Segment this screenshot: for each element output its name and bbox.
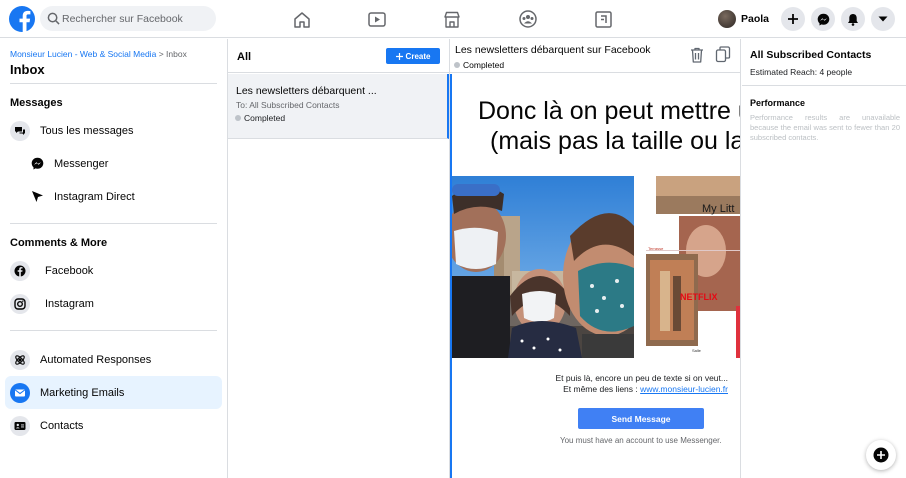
audience-title: All Subscribed Contacts [750,49,872,61]
trash-icon[interactable] [690,47,704,63]
breadcrumb-page-link[interactable]: Monsieur Lucien - Web & Social Media [10,49,156,59]
contacts-icon [10,415,30,436]
notifications-icon[interactable] [841,7,865,31]
profile-shortcut[interactable]: Paola [718,6,769,32]
sidebar-item-label: Messenger [54,157,109,170]
search-input[interactable] [62,9,212,28]
email-link[interactable]: www.monsieur-lucien.fr [640,384,728,394]
caret-down-icon[interactable] [871,7,895,31]
performance-title: Performance [750,98,806,108]
divider [10,83,217,84]
messages-section-title: Messages [10,97,63,109]
compose-icon [873,447,889,463]
details-panel: All Subscribed Contacts Estimated Reach:… [742,39,906,478]
email-heading-line-2: (mais pas la taille ou la t [490,127,741,155]
email-title: Les newsletters débarquent ... [236,85,377,97]
groups-icon[interactable] [508,5,548,33]
sidebar-item-label: Facebook [45,264,94,277]
status-text: Completed [463,60,505,70]
top-navigation-bar: Paola [0,0,906,38]
email-body-line-2: Et même des liens : www.monsieur-lucien.… [452,384,728,394]
email-heading-line-1: Donc là on peut mettre un [478,97,741,125]
sidebar-item-label: Contacts [40,419,84,432]
duplicate-icon[interactable] [715,46,731,63]
email-icon [10,382,30,403]
status-text: Completed [244,113,286,123]
send-message-button[interactable]: Send Message [578,408,704,429]
user-name: Paola [741,13,770,25]
estimated-reach: Estimated Reach: 4 people [750,67,853,77]
sidebar-item-automated-responses[interactable]: Automated Responses [5,343,222,376]
performance-note: Performance results are unavailable beca… [750,113,900,142]
sidebar-item-label: Instagram Direct [54,190,135,203]
email-content: Donc là on peut mettre un (mais pas la t… [450,74,741,478]
gaming-icon[interactable] [583,5,623,33]
new-message-button[interactable] [866,440,896,470]
breadcrumb-current: Inbox [166,49,187,59]
collage-text-1: My Litt [702,203,734,215]
create-button-label: Create [405,51,431,61]
sidebar-item-instagram[interactable]: Instagram [5,287,222,320]
direct-send-icon [27,187,47,207]
status-badge: Completed [454,60,504,70]
inbox-sidebar: Monsieur Lucien - Web & Social Media > I… [0,39,228,478]
watch-icon[interactable] [357,5,397,33]
divider [742,85,906,86]
breadcrumb-separator: > [158,49,164,59]
list-header: All Create [228,39,449,73]
search-icon [47,12,60,25]
breadcrumb: Monsieur Lucien - Web & Social Media > I… [10,49,187,59]
messenger-icon[interactable] [811,7,835,31]
status-dot-icon [454,62,460,68]
plus-icon [395,52,403,60]
plus-icon[interactable] [781,7,805,31]
create-button[interactable]: Create [386,48,440,64]
chat-bubbles-icon [10,120,30,141]
instagram-icon [10,293,30,314]
preview-header: Les newsletters débarquent sur Facebook … [450,39,740,73]
comments-section-title: Comments & More [10,237,108,249]
email-recipients: To: All Subscribed Contacts [236,100,340,110]
email-preview: Les newsletters débarquent sur Facebook … [450,39,741,478]
status-dot-icon [235,115,241,121]
automation-icon [10,349,30,370]
sidebar-item-instagram-direct[interactable]: Instagram Direct [5,180,222,213]
collage-text-2: NETFLIX [680,292,718,302]
status-badge: Completed [235,113,285,123]
collage-text-4: Salle [692,348,702,353]
messenger-icon [27,154,47,174]
selfie-photo [452,176,634,358]
page-title: Inbox [10,62,45,77]
divider [10,330,217,331]
facebook-logo-icon[interactable] [9,6,35,32]
collage-image: My Litt NETFLIX Terrasse Salle [646,176,740,358]
list-item[interactable]: Les newsletters débarquent ... To: All S… [228,74,449,139]
email-body-line-1: Et puis là, encore un peu de texte si on… [555,373,728,383]
preview-title: Les newsletters débarquent sur Facebook [455,44,651,56]
sidebar-item-marketing-emails[interactable]: Marketing Emails [5,376,222,409]
email-list: All Create Les newsletters débarquent ..… [228,39,450,478]
messenger-account-note: You must have an account to use Messenge… [560,436,722,445]
sidebar-item-label: Marketing Emails [40,386,125,399]
sidebar-item-label: Tous les messages [40,124,134,137]
email-body-prefix: Et même des liens : [563,384,638,394]
sidebar-item-contacts[interactable]: Contacts [5,409,222,442]
collage-text-3: Terrasse [648,246,664,251]
home-icon[interactable] [282,5,322,33]
sidebar-item-messenger[interactable]: Messenger [5,147,222,180]
search-bar[interactable] [40,6,216,31]
sidebar-item-label: Automated Responses [40,353,152,366]
facebook-icon [10,260,30,281]
filter-all-label[interactable]: All [237,51,251,63]
avatar [718,10,736,28]
sidebar-item-facebook[interactable]: Facebook [5,254,222,287]
divider [10,223,217,224]
sidebar-item-all-messages[interactable]: Tous les messages [5,114,222,147]
sidebar-item-label: Instagram [45,297,94,310]
marketplace-icon[interactable] [432,5,472,33]
